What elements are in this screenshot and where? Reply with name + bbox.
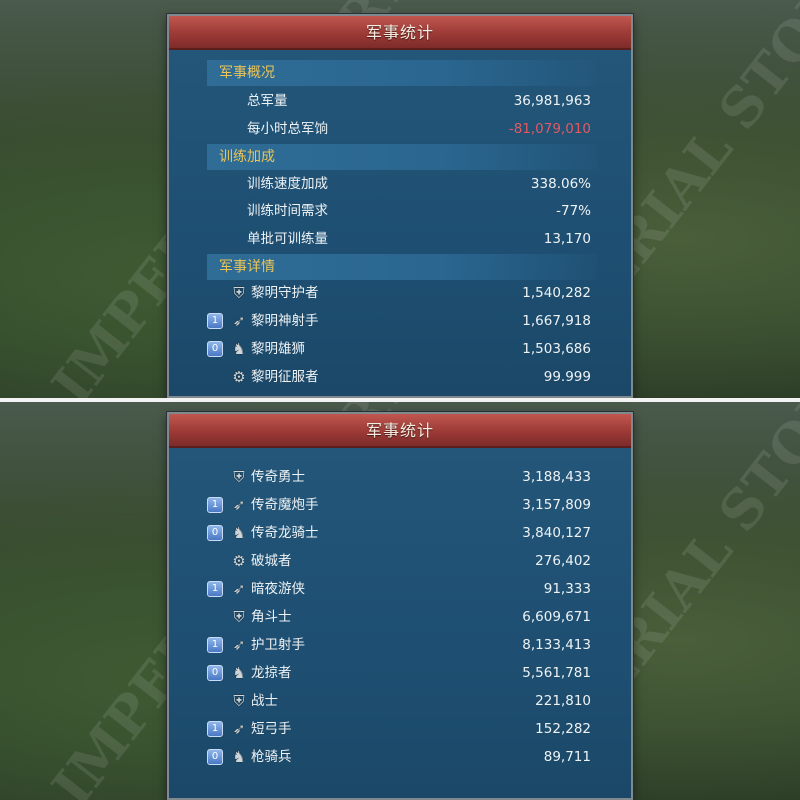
stat-row-training-time: 训练时间需求 -77%	[207, 198, 597, 224]
unit-name: 角斗士	[251, 609, 292, 625]
unit-count: 3,840,127	[522, 525, 591, 541]
panel-title: 军事统计	[169, 16, 631, 50]
tier-badge: 0	[207, 341, 223, 357]
unit-count: 221,810	[535, 693, 591, 709]
unit-name: 传奇勇士	[251, 469, 305, 485]
stat-value: 338.06%	[530, 176, 591, 192]
tier-badge: 0	[207, 749, 223, 765]
unit-row[interactable]: 1 ➶ 短弓手 152,282	[207, 716, 597, 742]
unit-row[interactable]: ⛨ 黎明守护者 1,540,282	[207, 280, 597, 306]
unit-name: 黎明守护者	[251, 285, 319, 301]
bow-icon: ➶	[232, 636, 246, 654]
unit-row[interactable]: ⛨ 传奇勇士 3,188,433	[207, 464, 597, 490]
unit-row[interactable]: ⚙ 黎明征服者 99.999	[207, 364, 597, 390]
unit-row[interactable]: ⛨ 战士 221,810	[207, 688, 597, 714]
unit-name: 传奇龙骑士	[251, 525, 319, 541]
unit-row[interactable]: 0 ♞ 枪骑兵 89,711	[207, 744, 597, 770]
stat-label: 单批可训练量	[247, 231, 328, 247]
unit-count: 1,540,282	[522, 285, 591, 301]
tier-badge: 0	[207, 665, 223, 681]
unit-count: 5,561,781	[522, 665, 591, 681]
stat-label: 训练速度加成	[247, 176, 328, 192]
tier-badge: 1	[207, 721, 223, 737]
stat-value: -81,079,010	[508, 121, 591, 137]
stat-label: 总军量	[247, 93, 288, 109]
shield-sword-icon: ⛨	[233, 692, 245, 710]
horse-icon: ♞	[232, 524, 246, 542]
unit-name: 黎明雄狮	[251, 341, 305, 357]
unit-count: 6,609,671	[522, 609, 591, 625]
unit-count: 99.999	[543, 369, 591, 385]
unit-row[interactable]: 0 ♞ 传奇龙骑士 3,840,127	[207, 520, 597, 546]
bow-icon: ➶	[232, 720, 246, 738]
screenshot-bottom: IMPERIAL STORY IMPERIAL STORY 军事统计 ⛨ 传奇勇…	[0, 402, 800, 800]
panel-title: 军事统计	[169, 414, 631, 448]
bow-icon: ➶	[232, 496, 246, 514]
unit-count: 1,503,686	[522, 341, 591, 357]
unit-count: 89,711	[543, 749, 591, 765]
stat-row-batch-size: 单批可训练量 13,170	[207, 226, 597, 252]
tier-badge: 1	[207, 637, 223, 653]
unit-row[interactable]: 0 ♞ 龙掠者 5,561,781	[207, 660, 597, 686]
screenshot-top: IMPERIAL STORY IMPERIAL STORY 军事统计 军事概况 …	[0, 0, 800, 398]
unit-count: 91,333	[543, 581, 591, 597]
unit-name: 短弓手	[251, 721, 292, 737]
stat-row-total-troops: 总军量 36,981,963	[207, 88, 597, 114]
unit-row[interactable]: 1 ➶ 护卫射手 8,133,413	[207, 632, 597, 658]
unit-name: 黎明神射手	[251, 313, 319, 329]
siege-icon: ⚙	[232, 368, 246, 386]
stat-value: 13,170	[543, 231, 591, 247]
unit-row[interactable]: ⚙ 破城者 276,402	[207, 548, 597, 574]
unit-count: 3,188,433	[522, 469, 591, 485]
section-heading-details: 军事详情	[207, 254, 597, 280]
unit-name: 暗夜游侠	[251, 581, 305, 597]
unit-row[interactable]: 1 ➶ 暗夜游侠 91,333	[207, 576, 597, 602]
unit-count: 276,402	[535, 553, 591, 569]
horse-icon: ♞	[232, 664, 246, 682]
military-stats-panel: 军事统计 军事概况 总军量 36,981,963 每小时总军饷 -81,079,…	[167, 14, 633, 398]
unit-name: 护卫射手	[251, 637, 305, 653]
stat-value: 36,981,963	[513, 93, 591, 109]
unit-row[interactable]: 1 ➶ 黎明神射手 1,667,918	[207, 308, 597, 334]
shield-sword-icon: ⛨	[233, 608, 245, 626]
section-heading-training: 训练加成	[207, 144, 597, 170]
horse-icon: ♞	[232, 748, 246, 766]
section-heading-overview: 军事概况	[207, 60, 597, 86]
unit-row[interactable]: ⛨ 角斗士 6,609,671	[207, 604, 597, 630]
shield-sword-icon: ⛨	[233, 284, 245, 302]
unit-count: 3,157,809	[522, 497, 591, 513]
unit-row[interactable]: 0 ♞ 黎明雄狮 1,503,686	[207, 336, 597, 362]
unit-name: 龙掠者	[251, 665, 292, 681]
unit-count: 8,133,413	[522, 637, 591, 653]
stat-label: 每小时总军饷	[247, 121, 328, 137]
stat-label: 训练时间需求	[247, 203, 328, 219]
tier-badge: 1	[207, 497, 223, 513]
unit-count: 152,282	[535, 721, 591, 737]
stat-value: -77%	[556, 203, 591, 219]
horse-icon: ♞	[232, 340, 246, 358]
shield-sword-icon: ⛨	[233, 468, 245, 486]
tier-badge: 0	[207, 525, 223, 541]
siege-icon: ⚙	[232, 552, 246, 570]
unit-name: 破城者	[251, 553, 292, 569]
unit-name: 传奇魔炮手	[251, 497, 319, 513]
unit-name: 战士	[251, 693, 278, 709]
unit-row[interactable]: 1 ➶ 传奇魔炮手 3,157,809	[207, 492, 597, 518]
unit-name: 黎明征服者	[251, 369, 319, 385]
military-stats-panel: 军事统计 ⛨ 传奇勇士 3,188,433 1 ➶ 传奇魔炮手 3,157,80…	[167, 412, 633, 800]
bow-icon: ➶	[232, 312, 246, 330]
tier-badge: 1	[207, 581, 223, 597]
stat-row-hourly-upkeep: 每小时总军饷 -81,079,010	[207, 116, 597, 142]
stat-row-training-speed: 训练速度加成 338.06%	[207, 171, 597, 197]
unit-count: 1,667,918	[522, 313, 591, 329]
tier-badge: 1	[207, 313, 223, 329]
unit-name: 枪骑兵	[251, 749, 292, 765]
bow-icon: ➶	[232, 580, 246, 598]
